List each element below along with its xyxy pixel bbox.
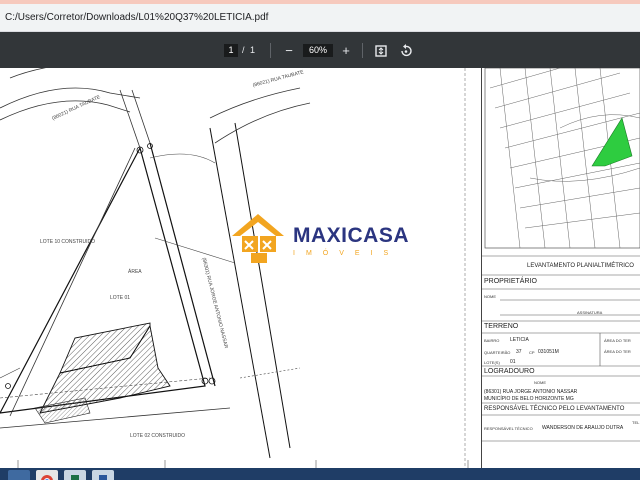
street-value: (86301) RUA JORGE ANTONIO NASSAR bbox=[484, 389, 578, 395]
rotate-icon[interactable] bbox=[397, 42, 415, 60]
area-terrain-label-2: ÁREA DO TER bbox=[604, 349, 631, 354]
tab-strip bbox=[0, 0, 640, 4]
title-block-title: LEVANTAMENTO PLANIALTIMÉTRICO bbox=[527, 263, 634, 269]
toolbar-divider bbox=[270, 43, 271, 58]
signature-label: ASSINATURA bbox=[577, 310, 603, 315]
lots-label: LOTE(S) bbox=[484, 360, 500, 365]
address-url[interactable]: C:/Users/Corretor/Downloads/L01%20Q37%20… bbox=[5, 12, 268, 23]
word-icon[interactable] bbox=[92, 470, 114, 480]
lote-10-label: LOTE 10 CONSTRUIDO bbox=[40, 239, 96, 245]
pdf-page: (86021) RUA TAUBATE (86021) RUA TAUBATE … bbox=[0, 68, 640, 468]
address-bar[interactable]: C:/Users/Corretor/Downloads/L01%20Q37%20… bbox=[0, 0, 640, 32]
lote-01-label: LOTE 01 bbox=[110, 295, 131, 301]
district-value: LETICIA bbox=[510, 337, 529, 343]
area-label: ÁREA bbox=[128, 269, 142, 275]
fit-page-icon[interactable] bbox=[372, 42, 390, 60]
municipality-value: MUNICÍPIO DE BELO HORIZONTE MG bbox=[484, 396, 574, 402]
logo-tagline: IMÓVEIS bbox=[293, 250, 400, 257]
excel-icon[interactable] bbox=[64, 470, 86, 480]
pdf-toolbar: 1 / 1 − 60% + bbox=[0, 32, 640, 68]
explorer-icon[interactable] bbox=[8, 470, 30, 480]
district-label: BAIRRO bbox=[484, 338, 500, 343]
page-total: 1 bbox=[250, 45, 256, 55]
terrain-heading: TERRENO bbox=[484, 323, 519, 330]
lote-02-label: LOTE 02 CONSTRUIDO bbox=[130, 433, 186, 439]
chrome-icon[interactable] bbox=[36, 470, 58, 480]
cp-label: CP bbox=[529, 350, 535, 355]
zoom-level-input[interactable]: 60% bbox=[303, 44, 333, 57]
zoom-out-button[interactable]: − bbox=[280, 42, 298, 60]
lots-value: 01 bbox=[510, 359, 516, 365]
tel-label: TEL bbox=[632, 420, 640, 425]
title-block: LEVANTAMENTO PLANIALTIMÉTRICO PROPRIETÁR… bbox=[481, 68, 640, 468]
page-number-input[interactable]: 1 bbox=[224, 44, 238, 57]
technical-label: RESPONSÁVEL TÉCNICO bbox=[484, 426, 533, 431]
technical-value: WANDERSON DE ARAUJO DUTRA bbox=[542, 425, 624, 431]
logo-wordmark: MAXICASA bbox=[293, 224, 410, 247]
street-heading: LOGRADOURO bbox=[484, 368, 535, 375]
owner-name-label: NOME bbox=[484, 294, 496, 299]
zoom-in-button[interactable]: + bbox=[337, 42, 355, 60]
owner-heading: PROPRIETÁRIO bbox=[484, 278, 537, 285]
cp-value: 031051M bbox=[538, 349, 559, 355]
technical-heading: RESPONSÁVEL TÉCNICO PELO LEVANTAMENTO bbox=[484, 406, 625, 412]
street-name-label: NOME bbox=[534, 380, 546, 385]
area-terrain-label: ÁREA DO TER bbox=[604, 338, 631, 343]
block-value: 37 bbox=[516, 349, 522, 355]
screen: C:/Users/Corretor/Downloads/L01%20Q37%20… bbox=[0, 0, 640, 480]
toolbar-divider bbox=[362, 43, 363, 58]
taskbar bbox=[0, 468, 640, 480]
maxicasa-logo: MAXICASA IMÓVEIS bbox=[229, 212, 415, 266]
page-separator: / bbox=[242, 45, 245, 55]
block-label: QUARTEIRÃO bbox=[484, 350, 511, 355]
